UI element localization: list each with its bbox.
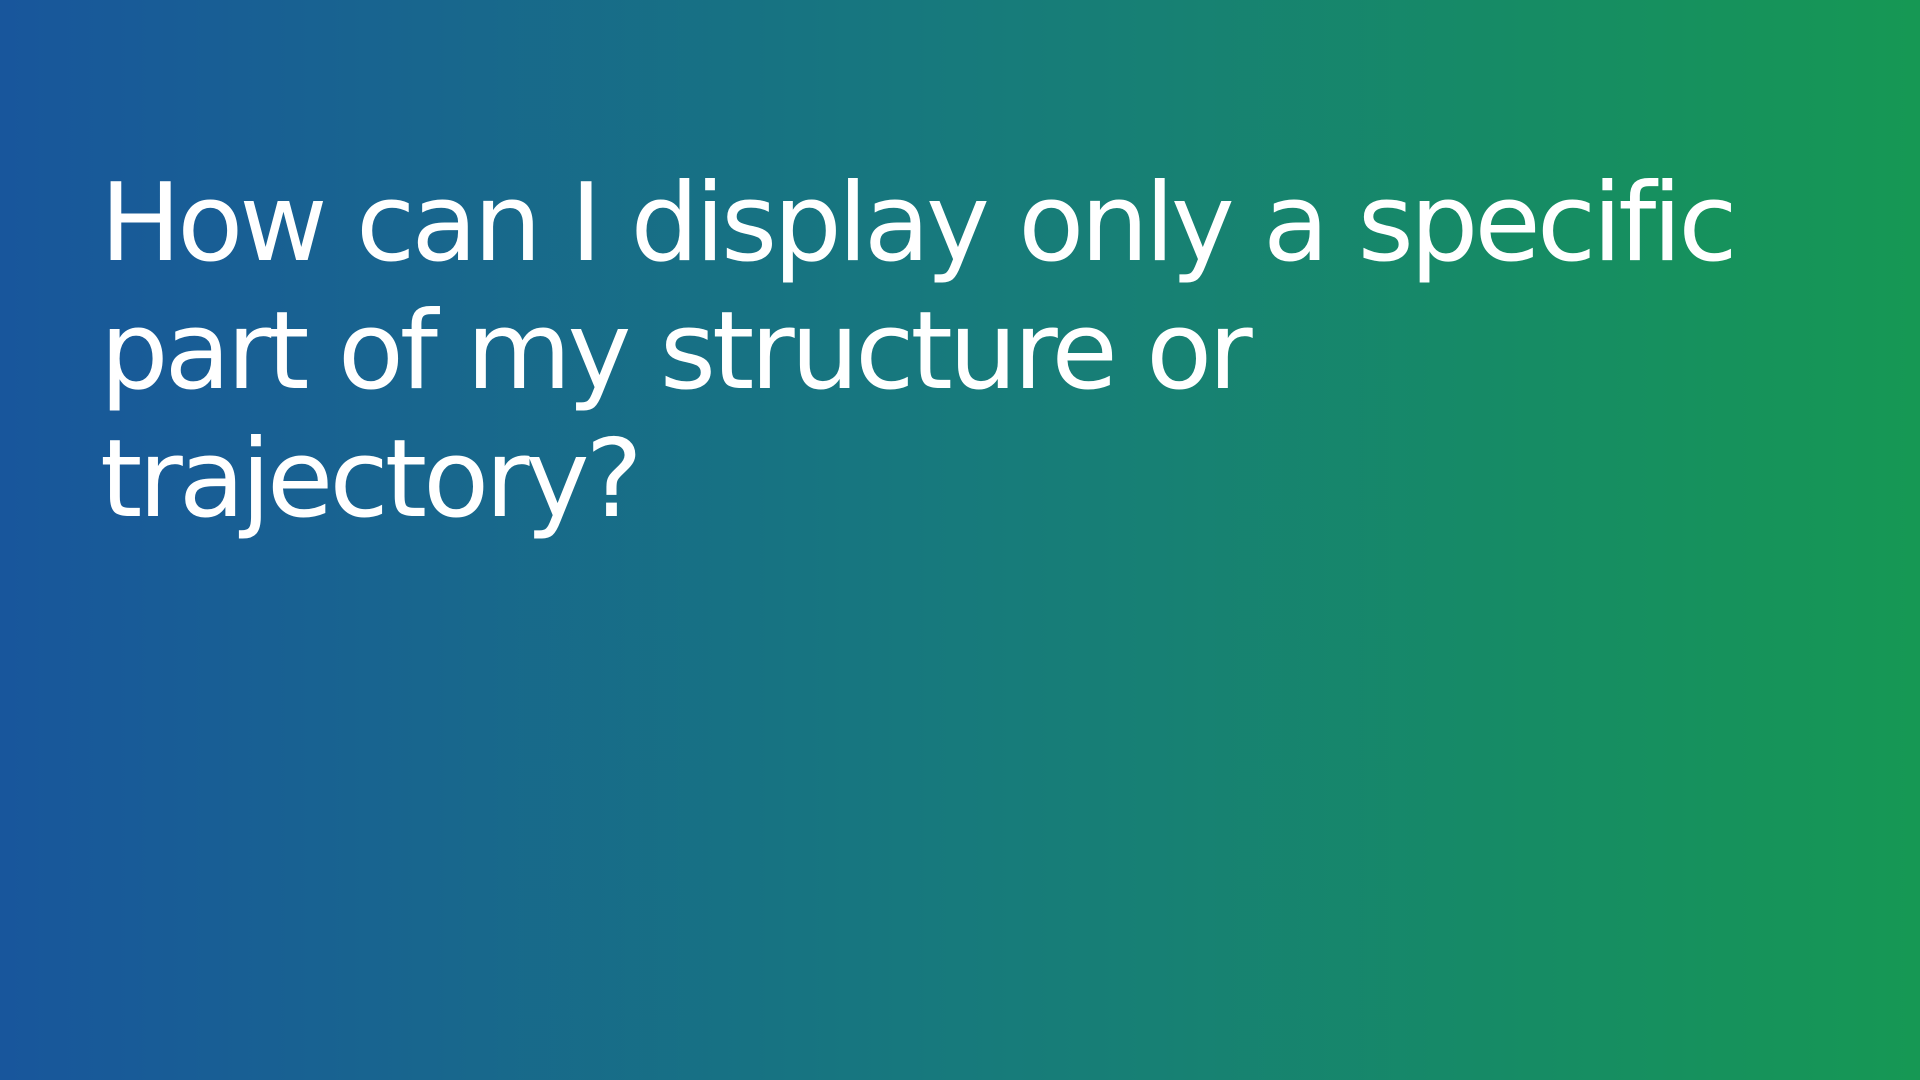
slide-title-line-3: trajectory? <box>100 417 643 542</box>
slide-title-line-2: part of my structure or <box>100 289 1253 414</box>
slide: How can I display only a specific part o… <box>0 0 1920 1080</box>
slide-title-line-1: How can I display only a specific <box>100 161 1738 286</box>
slide-title: How can I display only a specific part o… <box>100 160 1800 544</box>
